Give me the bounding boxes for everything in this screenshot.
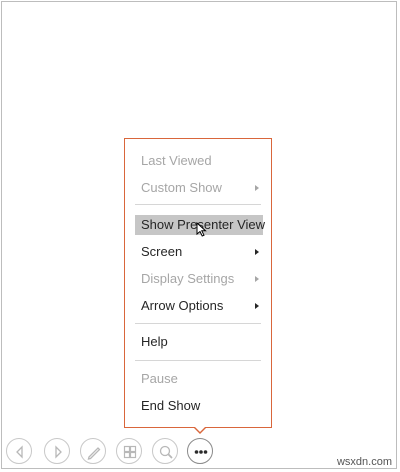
submenu-arrow-icon: [255, 276, 259, 282]
next-icon: [55, 445, 62, 459]
pen-icon: [87, 447, 101, 460]
submenu-arrow-icon: [255, 303, 259, 309]
menu-item-label: End Show: [141, 398, 201, 413]
see-all-slides-icon: [123, 445, 137, 459]
see-all-slides-button[interactable]: [116, 438, 142, 464]
previous-button[interactable]: [6, 438, 32, 464]
menu-item-label: Arrow Options: [141, 298, 224, 313]
more-options-button[interactable]: [187, 438, 213, 464]
submenu-arrow-icon: [255, 249, 259, 255]
menu-item-label: Last Viewed: [141, 153, 212, 168]
submenu-arrow-icon: [255, 185, 259, 191]
menu-item-screen[interactable]: Screen: [135, 242, 263, 262]
zoom-icon: [159, 445, 173, 459]
menu-item-help[interactable]: Help: [135, 332, 263, 352]
more-options-icon: [194, 450, 208, 454]
menu-item-arrow-options[interactable]: Arrow Options: [135, 296, 263, 316]
mouse-cursor-icon: [196, 222, 207, 237]
menu-item-last-viewed[interactable]: Last Viewed: [135, 151, 263, 171]
menu-item-custom-show[interactable]: Custom Show: [135, 178, 263, 198]
menu-pointer-fill: [194, 426, 206, 432]
menu-item-label: Custom Show: [141, 180, 222, 195]
previous-icon: [16, 445, 23, 459]
menu-separator: [135, 204, 261, 205]
slideshow-context-menu: Last Viewed Custom Show Show Presenter V…: [124, 138, 272, 428]
menu-item-pause[interactable]: Pause: [135, 369, 263, 389]
menu-separator: [135, 323, 261, 324]
menu-item-label: Screen: [141, 244, 183, 259]
menu-item-label: Display Settings: [141, 271, 235, 286]
watermark: wsxdn.com: [336, 456, 392, 468]
pen-button[interactable]: [80, 438, 106, 464]
menu-item-display-settings[interactable]: Display Settings: [135, 269, 263, 289]
menu-item-label: Pause: [141, 371, 178, 386]
menu-item-label: Help: [141, 334, 168, 349]
zoom-button[interactable]: [152, 438, 178, 464]
next-button[interactable]: [44, 438, 70, 464]
menu-separator: [135, 360, 261, 361]
menu-item-end-show[interactable]: End Show: [135, 396, 263, 416]
